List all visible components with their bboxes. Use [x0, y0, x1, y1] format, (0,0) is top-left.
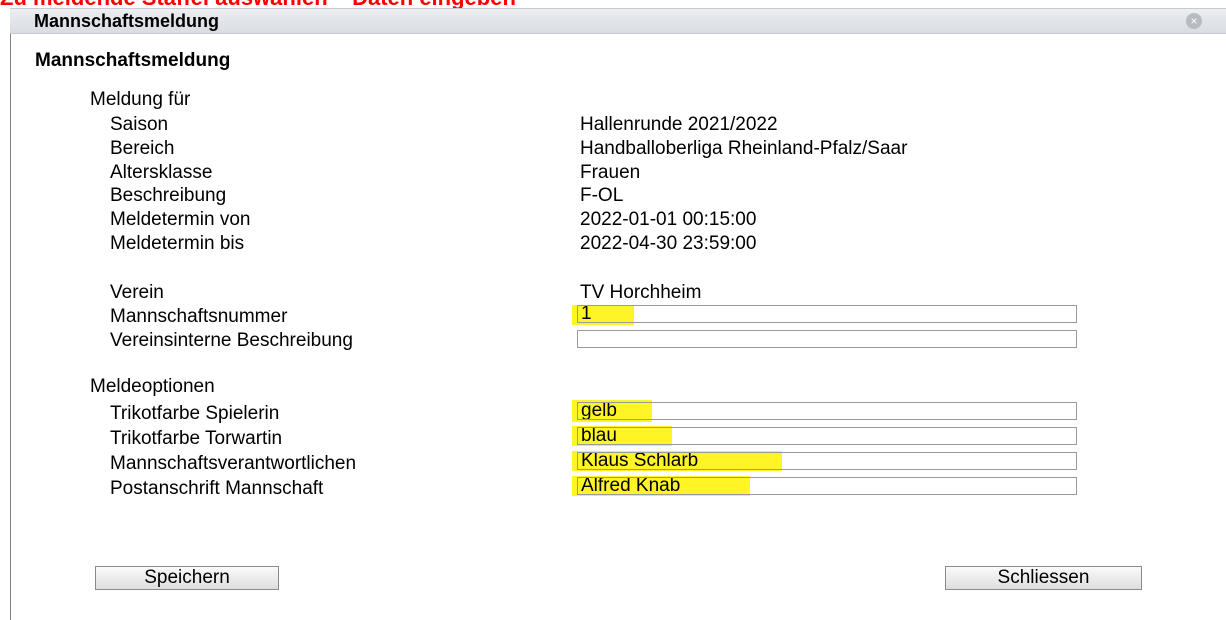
save-button[interactable]: Speichern [95, 566, 279, 590]
meldetermin-bis-label: Meldetermin bis [110, 233, 245, 254]
dialog-title: Mannschaftsmeldung [34, 11, 220, 31]
mannschaftsnummer-label: Mannschaftsnummer [110, 306, 288, 327]
meldetermin-von-value: 2022-01-01 00:15:00 [580, 209, 757, 230]
dialog-titlebar: Mannschaftsmeldung × [10, 8, 1226, 34]
close-button[interactable]: Schliessen [945, 566, 1142, 590]
instruction-banner: Zu meldende Staffel auswählen – Daten ei… [0, 0, 900, 8]
meldetermin-bis-value: 2022-04-30 23:59:00 [580, 233, 757, 254]
section-label-meldeoptionen: Meldeoptionen [90, 376, 215, 397]
dialog-border [10, 34, 11, 620]
mannschaftsnummer-input[interactable] [577, 305, 1077, 323]
trikot-torwartin-label: Trikotfarbe Torwartin [110, 428, 283, 449]
bereich-label: Bereich [110, 138, 175, 159]
close-icon[interactable]: × [1186, 13, 1202, 29]
trikot-spielerin-label: Trikotfarbe Spielerin [110, 403, 280, 424]
verein-value: TV Horchheim [580, 282, 702, 303]
verein-label: Verein [110, 282, 164, 303]
vereinsinterne-beschreibung-label: Vereinsinterne Beschreibung [110, 330, 353, 351]
saison-label: Saison [110, 114, 169, 135]
altersklasse-value: Frauen [580, 162, 641, 183]
postanschrift-input[interactable] [577, 477, 1077, 495]
bereich-value: Handballoberliga Rheinland-Pfalz/Saar [580, 138, 908, 159]
postanschrift-label: Postanschrift Mannschaft [110, 478, 324, 499]
beschreibung-value: F-OL [580, 185, 624, 206]
trikot-spielerin-input[interactable] [577, 402, 1077, 420]
verantwortlichen-input[interactable] [577, 452, 1077, 470]
page-heading: Mannschaftsmeldung [35, 50, 231, 71]
saison-value: Hallenrunde 2021/2022 [580, 114, 778, 135]
trikot-torwartin-input[interactable] [577, 427, 1077, 445]
altersklasse-label: Altersklasse [110, 162, 213, 183]
beschreibung-label: Beschreibung [110, 185, 227, 206]
meldetermin-von-label: Meldetermin von [110, 209, 251, 230]
vereinsinterne-beschreibung-input[interactable] [577, 330, 1077, 348]
verantwortlichen-label: Mannschaftsverantwortlichen [110, 453, 357, 474]
section-label-meldung: Meldung für [90, 89, 191, 110]
